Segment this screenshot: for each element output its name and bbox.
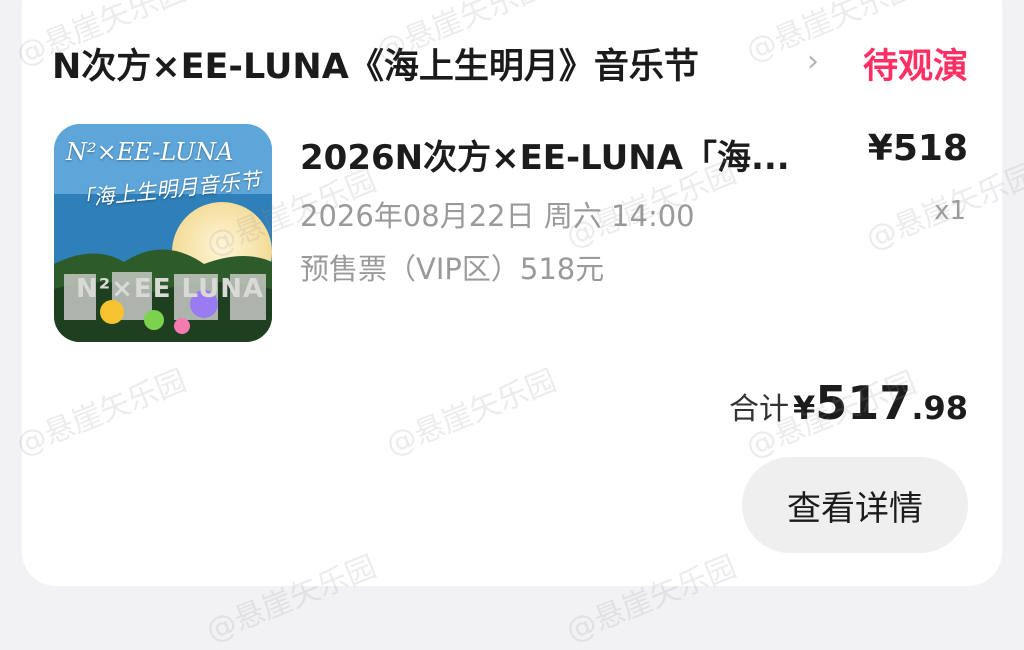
poster-sign: N²×EE LUNA — [76, 274, 265, 304]
total-integer: 517 — [815, 376, 912, 430]
total-label: 合计 — [729, 392, 790, 427]
total-currency: ¥ — [793, 389, 816, 427]
order-status-badge: 待观演 — [862, 47, 968, 87]
view-details-button[interactable]: 查看详情 — [742, 457, 968, 553]
event-datetime: 2026年08月22日 周六 14:00 — [300, 199, 695, 233]
poster-title: N²×EE-LUNA — [66, 138, 234, 166]
ticket-quantity: x1 — [934, 196, 966, 226]
total-decimal: .98 — [911, 389, 968, 427]
event-poster-thumbnail[interactable]: N²×EE-LUNA 「海上生明月音乐节 N²×EE LUNA — [54, 124, 272, 342]
ticket-price: ¥518 — [867, 128, 968, 169]
chevron-right-icon[interactable]: › — [807, 44, 819, 79]
ticket-type: 预售票（VIP区）518元 — [300, 252, 605, 286]
order-total: 合计 ¥ 517 .98 — [729, 376, 968, 430]
ticket-name[interactable]: 2026N次方×EE-LUNA「海... — [300, 130, 830, 179]
event-title[interactable]: N次方×EE-LUNA《海上生明月》音乐节 — [52, 38, 699, 89]
